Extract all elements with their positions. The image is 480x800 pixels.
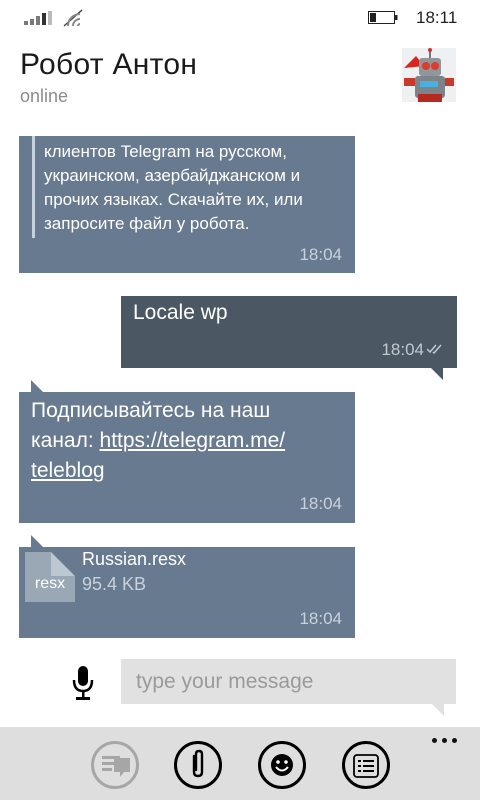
emoji-button[interactable] bbox=[258, 741, 306, 789]
status-clock: 18:11 bbox=[416, 8, 458, 27]
quote-bar bbox=[32, 136, 35, 238]
message-bubble-file[interactable]: resx Russian.resx 95.4 KB 18:04 bbox=[19, 547, 355, 638]
attach-button[interactable] bbox=[174, 741, 222, 789]
contact-status: online bbox=[20, 86, 69, 106]
send-button[interactable] bbox=[91, 741, 139, 789]
microphone-icon[interactable] bbox=[72, 666, 94, 700]
file-name: Russian.resx bbox=[82, 549, 187, 569]
bubble-tail bbox=[431, 368, 443, 380]
message-time: 18:04 bbox=[299, 609, 342, 628]
message-text: Подписывайтесь на наш канал: https://tel… bbox=[31, 396, 331, 486]
more-dots-icon[interactable] bbox=[430, 736, 460, 746]
status-bar: 18:11 bbox=[0, 0, 480, 34]
file-size: 95.4 KB bbox=[82, 574, 147, 594]
signal-icon bbox=[24, 11, 54, 25]
double-check-icon bbox=[427, 344, 442, 354]
battery-icon bbox=[368, 11, 398, 24]
bubble-tail bbox=[31, 535, 43, 547]
message-time: 18:04 bbox=[299, 245, 342, 264]
message-time: 18:04 bbox=[299, 494, 342, 513]
message-bubble-incoming[interactable]: клиентов Telegram на русском, украинском… bbox=[19, 136, 355, 273]
file-icon[interactable]: resx bbox=[25, 552, 75, 602]
robot-avatar[interactable] bbox=[402, 48, 456, 102]
message-text: Locale wp bbox=[133, 301, 228, 324]
message-bubble-outgoing[interactable]: Locale wp 18:04 bbox=[121, 296, 457, 368]
file-extension: resx bbox=[34, 575, 66, 592]
send-icon bbox=[102, 756, 130, 777]
bubble-tail bbox=[31, 380, 43, 392]
wifi-icon bbox=[63, 9, 83, 27]
message-bubble-incoming[interactable]: Подписывайтесь на наш канал: https://tel… bbox=[19, 392, 355, 523]
emoji-icon bbox=[271, 754, 293, 776]
message-text: клиентов Telegram на русском, украинском… bbox=[44, 142, 303, 233]
commands-button[interactable] bbox=[342, 741, 390, 789]
commands-icon bbox=[353, 754, 379, 778]
message-input[interactable] bbox=[121, 659, 456, 704]
paperclip-icon bbox=[192, 749, 204, 778]
message-time: 18:04 bbox=[381, 340, 424, 359]
input-tail bbox=[432, 704, 444, 716]
contact-name[interactable]: Робот Антон bbox=[20, 48, 197, 82]
app-bar bbox=[0, 727, 480, 800]
